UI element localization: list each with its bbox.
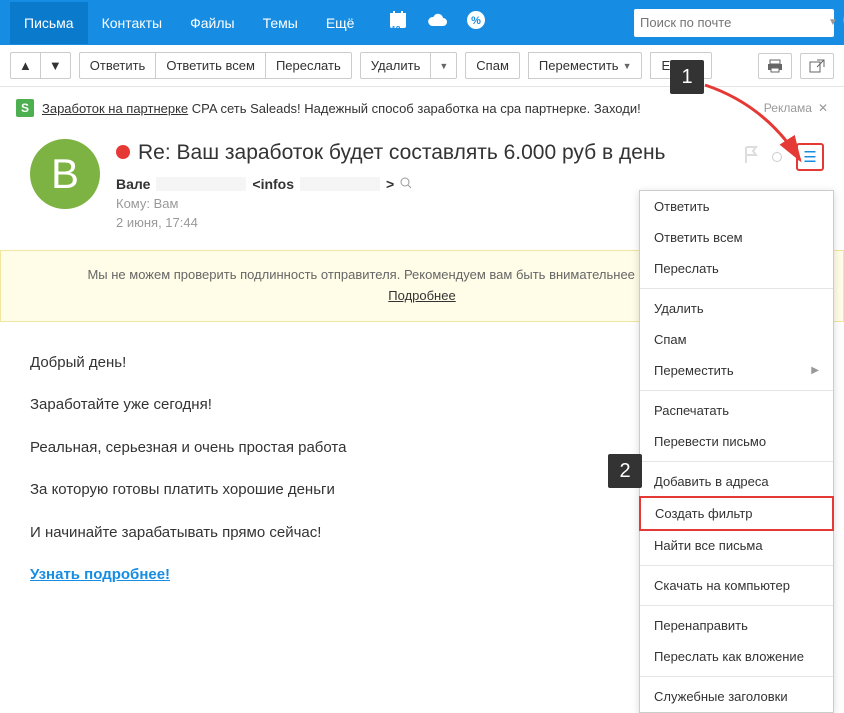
delete-dropdown[interactable]: ▼: [430, 52, 457, 79]
menu-redirect[interactable]: Перенаправить: [640, 610, 833, 641]
menu-find-all[interactable]: Найти все письма: [640, 530, 833, 561]
menu-add-contact[interactable]: Добавить в адреса: [640, 466, 833, 497]
menu-headers[interactable]: Служебные заголовки: [640, 681, 833, 712]
subject-text: Re: Ваш заработок будет составлять 6.000…: [138, 139, 666, 166]
subject-line: Re: Ваш заработок будет составлять 6.000…: [116, 139, 824, 166]
next-button[interactable]: ▼: [40, 52, 71, 79]
lookup-sender-icon[interactable]: [400, 177, 412, 192]
annotation-1: 1: [670, 60, 704, 94]
promo-bar: S Заработок на партнерке CPA сеть Salead…: [0, 87, 844, 129]
nav-contacts[interactable]: Контакты: [88, 2, 176, 44]
learn-more-link[interactable]: Узнать подробнее!: [30, 566, 170, 583]
message-toolbar: ▲ ▼ Ответить Ответить всем Переслать Уда…: [0, 45, 844, 87]
calendar-icon[interactable]: 18: [388, 10, 408, 35]
delete-button[interactable]: Удалить: [360, 52, 432, 79]
ad-label: Реклама✕: [764, 101, 828, 115]
menu-spam[interactable]: Спам: [640, 324, 833, 355]
promo-badge-icon: S: [16, 99, 34, 117]
flag-icon[interactable]: [744, 146, 758, 169]
spam-button[interactable]: Спам: [465, 52, 520, 79]
reply-button[interactable]: Ответить: [79, 52, 157, 79]
menu-delete[interactable]: Удалить: [640, 293, 833, 324]
annotation-2: 2: [608, 454, 642, 488]
top-icons: 18 %: [388, 10, 486, 35]
search-box[interactable]: ▼: [634, 9, 834, 37]
warning-more-link[interactable]: Подробнее: [388, 288, 455, 303]
popout-icon[interactable]: [800, 53, 834, 79]
promo-text: Заработок на партнерке CPA сеть Saleads!…: [42, 101, 641, 116]
menu-forward-attach[interactable]: Переслать как вложение: [640, 641, 833, 672]
percent-icon[interactable]: %: [466, 10, 486, 35]
read-toggle-icon[interactable]: [772, 152, 782, 162]
nav-files[interactable]: Файлы: [176, 2, 248, 44]
search-input[interactable]: [640, 15, 816, 30]
menu-translate[interactable]: Перевести письмо: [640, 426, 833, 457]
unread-dot-icon: [116, 145, 130, 159]
calendar-day: 18: [391, 25, 400, 34]
prev-button[interactable]: ▲: [10, 52, 41, 79]
avatar: В: [30, 139, 100, 209]
menu-reply[interactable]: Ответить: [640, 191, 833, 222]
menu-reply-all[interactable]: Ответить всем: [640, 222, 833, 253]
menu-print[interactable]: Распечатать: [640, 395, 833, 426]
forward-button[interactable]: Переслать: [265, 52, 352, 79]
nav-mail[interactable]: Письма: [10, 2, 88, 44]
move-button[interactable]: Переместить ▼: [528, 52, 643, 79]
menu-move[interactable]: Переместить▶: [640, 355, 833, 386]
nav-links: Письма Контакты Файлы Темы Ещё: [10, 2, 368, 44]
menu-download[interactable]: Скачать на компьютер: [640, 570, 833, 601]
nav-more[interactable]: Ещё: [312, 2, 369, 44]
menu-create-filter[interactable]: Создать фильтр: [639, 496, 834, 531]
message-actions: ☰: [744, 143, 824, 171]
message-menu-button[interactable]: ☰: [796, 143, 824, 171]
cloud-icon[interactable]: [426, 12, 448, 33]
promo-link[interactable]: Заработок на партнерке: [42, 101, 188, 116]
nav-themes[interactable]: Темы: [249, 2, 312, 44]
close-ad-icon[interactable]: ✕: [818, 101, 828, 115]
reply-all-button[interactable]: Ответить всем: [155, 52, 266, 79]
svg-text:%: %: [472, 15, 482, 27]
search-dropdown-icon[interactable]: ▼: [828, 17, 838, 28]
context-menu: Ответить Ответить всем Переслать Удалить…: [639, 190, 834, 713]
menu-forward[interactable]: Переслать: [640, 253, 833, 284]
top-navigation: Письма Контакты Файлы Темы Ещё 18 % ▼: [0, 0, 844, 45]
print-icon[interactable]: [758, 53, 792, 79]
